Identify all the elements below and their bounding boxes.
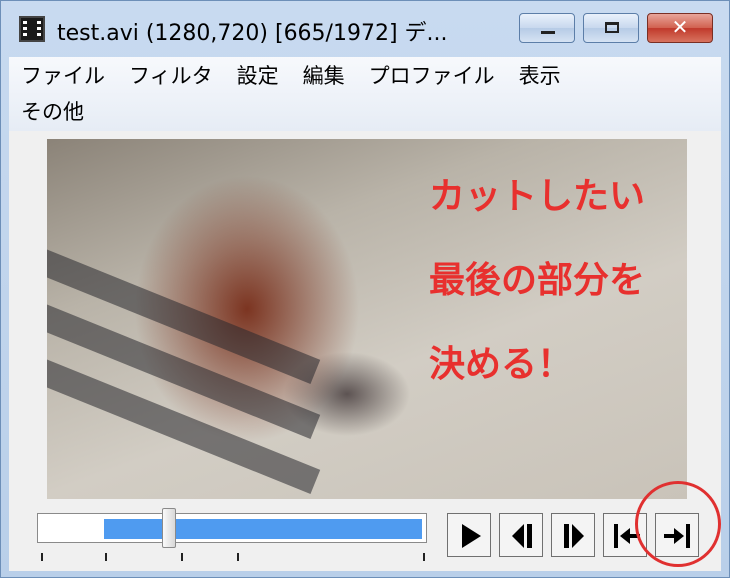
tick-mark bbox=[105, 553, 107, 561]
menu-bar: ファイル フィルタ 設定 編集 プロファイル 表示 その他 bbox=[9, 57, 721, 131]
prev-frame-button[interactable] bbox=[499, 513, 543, 557]
overlay-text-line-2: 最後の部分を bbox=[429, 260, 646, 301]
play-button[interactable] bbox=[447, 513, 491, 557]
overlay-text-line-1: カットしたい bbox=[429, 176, 646, 217]
seek-bar[interactable] bbox=[37, 508, 427, 548]
menu-row-1: ファイル フィルタ 設定 編集 プロファイル 表示 bbox=[9, 59, 573, 93]
playback-controls bbox=[9, 503, 721, 571]
maximize-button[interactable] bbox=[583, 13, 639, 43]
tick-mark bbox=[237, 553, 239, 561]
menu-view[interactable]: 表示 bbox=[507, 59, 573, 93]
client-area: カットしたい 最後の部分を 決める！ bbox=[9, 131, 721, 571]
video-preview: カットしたい 最後の部分を 決める！ bbox=[47, 139, 687, 499]
selection-range bbox=[104, 519, 422, 539]
window-title: test.avi (1280,720) [665/1972] デ... bbox=[57, 21, 448, 46]
menu-edit[interactable]: 編集 bbox=[291, 59, 357, 93]
seek-ticks bbox=[41, 553, 425, 563]
highlight-circle bbox=[635, 481, 721, 567]
tick-mark bbox=[423, 553, 425, 561]
title-bar[interactable]: test.avi (1280,720) [665/1972] デ... ✕ bbox=[1, 1, 729, 57]
close-button[interactable]: ✕ bbox=[647, 13, 713, 43]
menu-settings[interactable]: 設定 bbox=[225, 59, 291, 93]
app-window: test.avi (1280,720) [665/1972] デ... ✕ ファ… bbox=[0, 0, 730, 578]
minimize-icon bbox=[541, 31, 555, 34]
film-icon[interactable] bbox=[19, 16, 45, 42]
tick-mark bbox=[41, 553, 43, 561]
maximize-icon bbox=[605, 22, 619, 33]
overlay-text-line-3: 決める！ bbox=[429, 344, 574, 385]
menu-row-2: その他 bbox=[9, 95, 96, 129]
seek-thumb[interactable] bbox=[162, 508, 176, 548]
menu-filter[interactable]: フィルタ bbox=[117, 59, 225, 93]
next-frame-button[interactable] bbox=[551, 513, 595, 557]
next-frame-icon bbox=[564, 524, 584, 548]
menu-file[interactable]: ファイル bbox=[9, 59, 117, 93]
menu-other[interactable]: その他 bbox=[9, 95, 96, 129]
minimize-button[interactable] bbox=[519, 13, 575, 43]
tick-mark bbox=[181, 553, 183, 561]
close-icon: ✕ bbox=[671, 15, 689, 39]
prev-frame-icon bbox=[512, 524, 532, 548]
menu-profile[interactable]: プロファイル bbox=[357, 59, 507, 93]
play-icon bbox=[462, 524, 481, 548]
